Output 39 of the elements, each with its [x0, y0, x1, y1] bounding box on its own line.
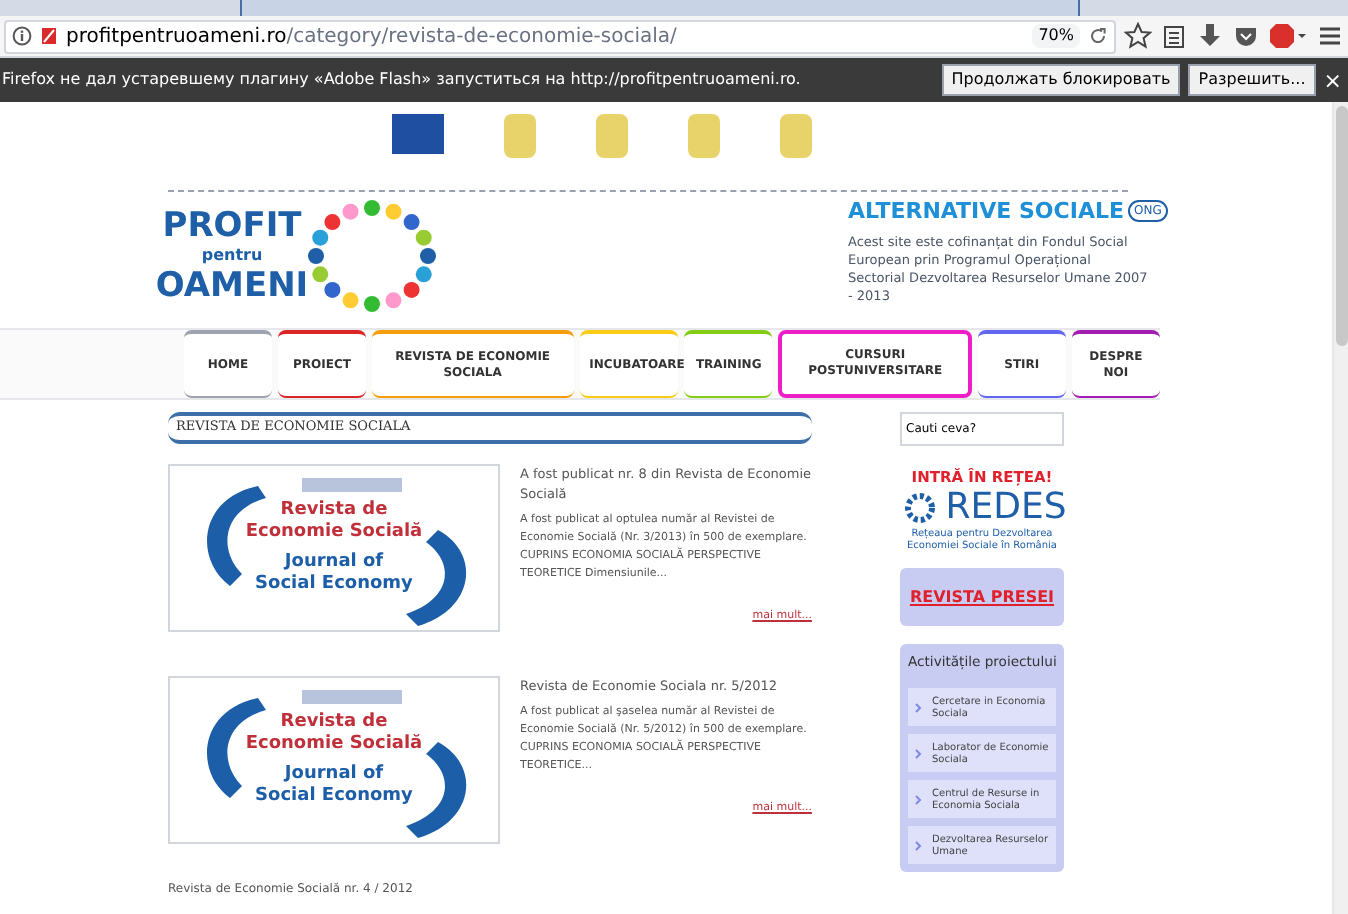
sponsor-logo: [504, 114, 536, 158]
cover-subtitle: Journal of: [284, 764, 384, 786]
url-text: profitpentruoameni.ro/category/revista-de-economie-sociala/: [66, 23, 677, 51]
adblock-icon[interactable]: [1268, 22, 1308, 50]
reload-icon[interactable]: [1088, 26, 1108, 46]
cover-title: Economie Socială: [245, 734, 423, 756]
zoom-level[interactable]: 70%: [1032, 24, 1080, 48]
clipboard-icon[interactable]: [1160, 22, 1188, 50]
download-icon[interactable]: [1196, 22, 1224, 50]
cover-title: Revista de: [280, 712, 388, 734]
logo-text: pentru: [201, 244, 263, 268]
menu-icon[interactable]: [1316, 22, 1344, 50]
url-bar[interactable]: profitpentruoameni.ro/category/revista-de-economie-sociala/ 70%: [4, 19, 1116, 53]
pocket-icon[interactable]: [1232, 22, 1260, 50]
redes-logo-text: REDES: [945, 488, 1067, 529]
notification-button[interactable]: Разрешить...: [1188, 64, 1316, 96]
sponsor-logo: [392, 114, 444, 154]
cover-subtitle: Social Economy: [255, 786, 413, 808]
sponsor-logo: [688, 114, 720, 158]
cover-title: Revista de: [280, 500, 388, 522]
cover-title: Economie Socială: [245, 522, 423, 544]
sponsor-logo: [780, 114, 812, 158]
chevron-icon: [914, 701, 922, 714]
cover-subtitle: Social Economy: [255, 574, 413, 596]
chevron-icon: [914, 839, 922, 852]
close-button[interactable]: ×: [1323, 69, 1342, 91]
scrollbar-thumb[interactable]: [1335, 106, 1347, 346]
chevron-icon: [914, 793, 922, 806]
chevron-icon: [914, 747, 922, 760]
sponsor-logo: [596, 114, 628, 158]
notification-message: Firefox не дал устаревшему плагину «Adobe Flash» запуститься на http://profitpentruoameni.ro.: [2, 68, 803, 92]
partner-logo-text: ALTERNATIVE SOCIALE: [848, 200, 1124, 222]
logo-text: PROFIT: [162, 208, 302, 244]
notification-button[interactable]: Продолжать блокировать: [941, 64, 1181, 96]
plugin-icon[interactable]: [40, 26, 58, 46]
logo-text: OAMENI: [155, 268, 309, 304]
star-icon[interactable]: [1124, 22, 1152, 50]
info-icon[interactable]: [12, 26, 32, 46]
cover-subtitle: Journal of: [284, 552, 384, 574]
